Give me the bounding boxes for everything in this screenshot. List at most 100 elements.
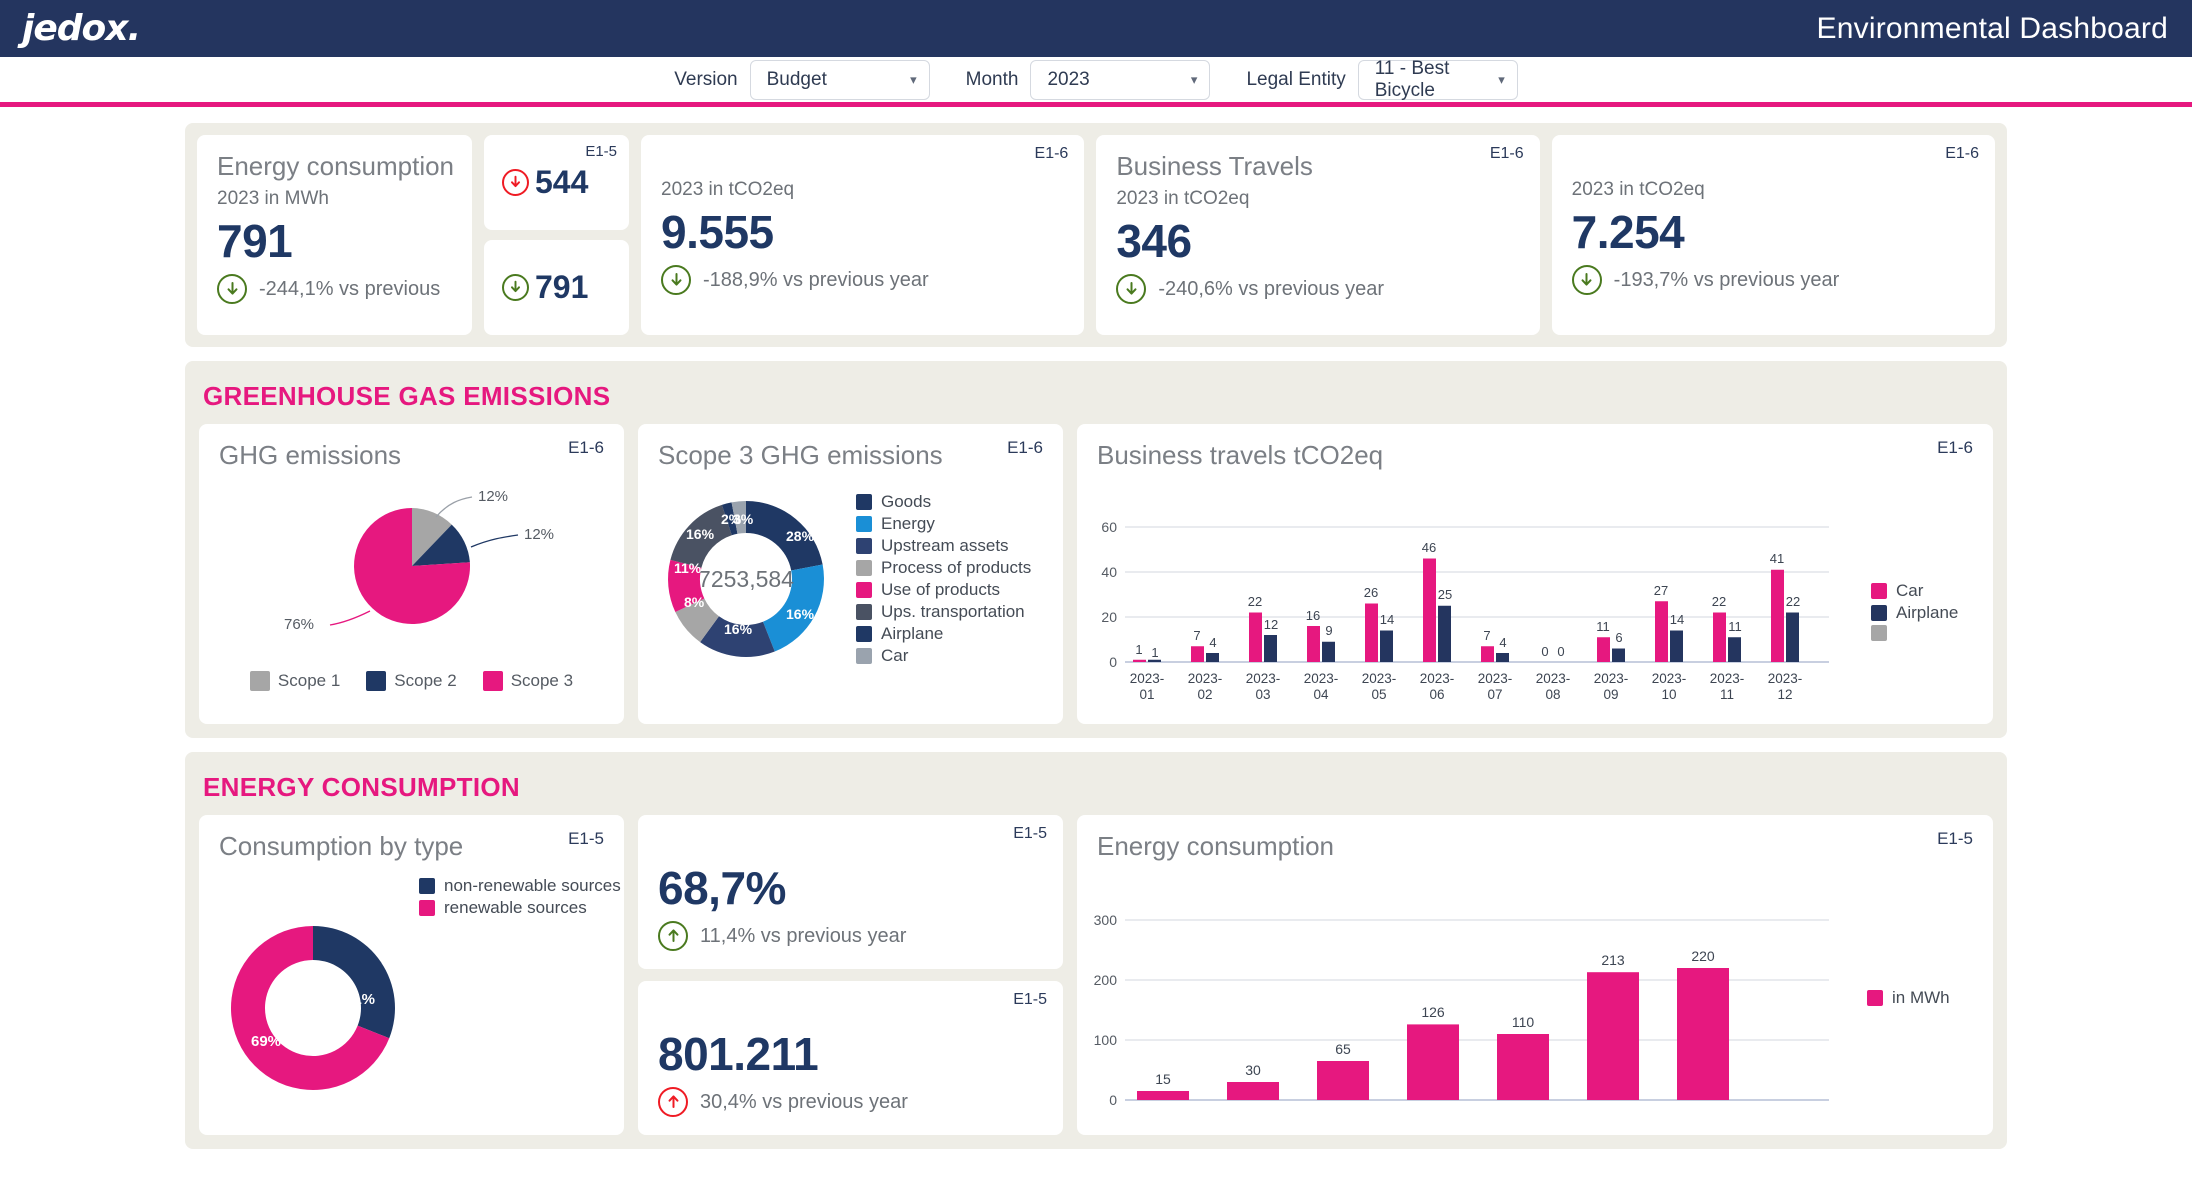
svg-text:22: 22 bbox=[1786, 594, 1800, 609]
svg-text:7: 7 bbox=[1483, 628, 1490, 643]
ghg-section-title: GREENHOUSE GAS EMISSIONS bbox=[203, 381, 611, 411]
kpi-band: Energy consumption 2023 in MWh 791 -244,… bbox=[185, 123, 2007, 347]
chart-card-consumption-by-type[interactable]: E1-5 Consumption by type non-renewable s… bbox=[199, 815, 624, 1135]
svg-text:03: 03 bbox=[1255, 687, 1270, 702]
svg-text:05: 05 bbox=[1371, 687, 1386, 702]
svg-text:2023-: 2023- bbox=[1304, 671, 1339, 686]
kpi-travel-subtitle: 2023 in tCO2eq bbox=[1116, 188, 1250, 209]
kpi-card-other-emissions[interactable]: E1-6 2023 in tCO2eq 7.254 -193,7% vs pre… bbox=[1551, 135, 1995, 335]
chart-card-energy-consumption[interactable]: E1-5 Energy consumption 300 200 100 0 15… bbox=[1077, 815, 1993, 1135]
arrow-down-icon bbox=[1116, 274, 1147, 304]
svg-text:41: 41 bbox=[1770, 551, 1784, 566]
filter-legal-entity-label: Legal Entity bbox=[1246, 68, 1346, 90]
legend-swatch-upstream-assets bbox=[856, 538, 872, 554]
consumption-type-title: Consumption by type bbox=[219, 831, 464, 861]
legend-swatch-scope-1 bbox=[249, 671, 270, 691]
kpi-mini-card-top[interactable]: E1-5 544 bbox=[484, 135, 629, 230]
svg-text:12%: 12% bbox=[478, 488, 508, 505]
legal-entity-select-value: 11 - Best Bicycle bbox=[1374, 57, 1450, 101]
energy-consumption-bar-svg: 300 200 100 0 15 30 65 126 110 213 220 bbox=[1094, 912, 1829, 1108]
chart-card-business-travels[interactable]: E1-6 Business travels tCO2eq 60 40 20 0 bbox=[1077, 424, 1993, 724]
ghg-pie-tag: E1-6 bbox=[568, 438, 604, 457]
dashboard-body: Energy consumption 2023 in MWh 791 -244,… bbox=[0, 123, 2192, 1149]
legend-swatch-unlabeled bbox=[1871, 625, 1887, 641]
arrow-down-icon bbox=[502, 169, 529, 196]
version-select[interactable]: Budget ▾ bbox=[749, 59, 930, 100]
travels-chart-tag: E1-6 bbox=[1937, 438, 1973, 457]
kpi-mini-card-bottom[interactable]: 791 bbox=[484, 240, 629, 335]
energy-chart-tag: E1-5 bbox=[1937, 829, 1973, 848]
arrow-down-icon bbox=[502, 274, 529, 301]
svg-text:46: 46 bbox=[1422, 540, 1436, 555]
legend-label-car: Car bbox=[1896, 581, 1924, 600]
jedox-logo: jedox. bbox=[22, 7, 141, 49]
ghg-chart-row: E1-6 GHG emissions 12% 12% 76% Scope 1 S… bbox=[199, 424, 1993, 724]
legend-label-airplane: Airplane bbox=[1896, 603, 1959, 622]
legend-item-non-renewable[interactable]: non-renewable sources bbox=[419, 876, 624, 896]
legend-label-scope-2: Scope 2 bbox=[394, 671, 457, 690]
legend-item-unlabeled[interactable] bbox=[1871, 625, 1958, 641]
month-select[interactable]: 2023 ▾ bbox=[1030, 59, 1211, 100]
svg-text:11: 11 bbox=[1728, 619, 1742, 634]
energy-chart-legend: in MWh bbox=[1867, 988, 1950, 1008]
legend-item-scope-3[interactable]: Scope 3 bbox=[482, 671, 574, 691]
kpi-travel-tag: E1-6 bbox=[1489, 145, 1524, 162]
svg-text:27: 27 bbox=[1654, 583, 1668, 598]
legend-item-airplane[interactable]: Airplane bbox=[856, 624, 1031, 644]
svg-text:0: 0 bbox=[1541, 644, 1548, 659]
ghg-pie-plot: 12% 12% 76% Scope 1 Scope 2 Scope 3 bbox=[199, 471, 624, 691]
kpi-card-ghg[interactable]: E1-6 2023 in tCO2eq 9.555 -188,9% vs pre… bbox=[641, 135, 1085, 335]
legend-item-airplane[interactable]: Airplane bbox=[1871, 603, 1958, 623]
legend-item-in-mwh[interactable]: in MWh bbox=[1867, 988, 1950, 1008]
legend-item-car[interactable]: Car bbox=[1871, 581, 1958, 601]
svg-text:2023-: 2023- bbox=[1594, 671, 1629, 686]
kpi-card-business-travels[interactable]: E1-6 Business Travels 2023 in tCO2eq 346… bbox=[1096, 135, 1540, 335]
legend-label-upstream-assets: Upstream assets bbox=[881, 536, 1009, 555]
legend-item-use-of-products[interactable]: Use of products bbox=[856, 580, 1031, 600]
energy-chart-row: E1-5 Consumption by type non-renewable s… bbox=[199, 815, 1993, 1135]
legend-item-renewable[interactable]: renewable sources bbox=[419, 898, 624, 918]
ghg-section: GREENHOUSE GAS EMISSIONS E1-6 GHG emissi… bbox=[185, 361, 2007, 738]
svg-text:2023-: 2023- bbox=[1478, 671, 1513, 686]
kpi-card-energy-percent[interactable]: E1-5 68,7% 11,4% vs previous year bbox=[638, 815, 1063, 969]
chart-card-ghg-emissions[interactable]: E1-6 GHG emissions 12% 12% 76% Scope 1 S… bbox=[199, 424, 624, 724]
legal-entity-select[interactable]: 11 - Best Bicycle ▾ bbox=[1357, 57, 1518, 101]
logo-text: jedox. bbox=[22, 7, 141, 49]
svg-text:2023-: 2023- bbox=[1420, 671, 1455, 686]
kpi-ghg-value: 9.555 bbox=[661, 206, 774, 258]
legend-item-scope-1[interactable]: Scope 1 bbox=[249, 671, 341, 691]
ghg-pie-title: GHG emissions bbox=[219, 440, 402, 470]
legend-label-scope-1: Scope 1 bbox=[277, 671, 341, 690]
svg-text:69%: 69% bbox=[251, 1033, 281, 1050]
svg-text:28%: 28% bbox=[786, 528, 815, 544]
energy-section: ENERGY CONSUMPTION E1-5 Consumption by t… bbox=[185, 752, 2007, 1149]
legend-item-energy[interactable]: Energy bbox=[856, 514, 1031, 534]
svg-text:4: 4 bbox=[1209, 635, 1216, 650]
kpi-mini-bottom-value-group: 791 bbox=[502, 269, 588, 306]
energy-pct-delta: 11,4% vs previous year bbox=[638, 915, 1063, 951]
legend-item-goods[interactable]: Goods bbox=[856, 492, 1031, 512]
legend-item-ups-transportation[interactable]: Ups. transportation bbox=[856, 602, 1031, 622]
svg-text:2023-: 2023- bbox=[1768, 671, 1803, 686]
filter-month: Month 2023 ▾ bbox=[966, 59, 1211, 100]
legend-label-scope-3: Scope 3 bbox=[510, 671, 574, 690]
legend-swatch-goods bbox=[856, 494, 872, 510]
legend-item-car[interactable]: Car bbox=[856, 646, 1031, 666]
legend-item-process-of-products[interactable]: Process of products bbox=[856, 558, 1031, 578]
energy-abs-tag: E1-5 bbox=[1013, 991, 1047, 1008]
legend-swatch-non-renewable bbox=[419, 878, 435, 894]
kpi-row: Energy consumption 2023 in MWh 791 -244,… bbox=[197, 135, 1995, 335]
legend-item-upstream-assets[interactable]: Upstream assets bbox=[856, 536, 1031, 556]
consumption-type-tag: E1-5 bbox=[568, 829, 604, 848]
kpi-travel-delta: -240,6% vs previous year bbox=[1096, 268, 1539, 304]
legend-label-energy: Energy bbox=[881, 514, 935, 533]
kpi-card-energy-consumption[interactable]: Energy consumption 2023 in MWh 791 -244,… bbox=[197, 135, 472, 335]
arrow-up-icon bbox=[658, 921, 688, 951]
kpi-card-energy-absolute[interactable]: E1-5 801.211 30,4% vs previous year bbox=[638, 981, 1063, 1135]
svg-text:2023-: 2023- bbox=[1536, 671, 1571, 686]
legend-swatch-scope-3 bbox=[482, 671, 503, 691]
svg-text:26: 26 bbox=[1364, 585, 1378, 600]
energy-pct-delta-text: 11,4% vs previous year bbox=[700, 924, 907, 947]
legend-item-scope-2[interactable]: Scope 2 bbox=[366, 671, 457, 691]
chart-card-scope3[interactable]: E1-6 Scope 3 GHG emissions 7253,584 28% … bbox=[638, 424, 1063, 724]
